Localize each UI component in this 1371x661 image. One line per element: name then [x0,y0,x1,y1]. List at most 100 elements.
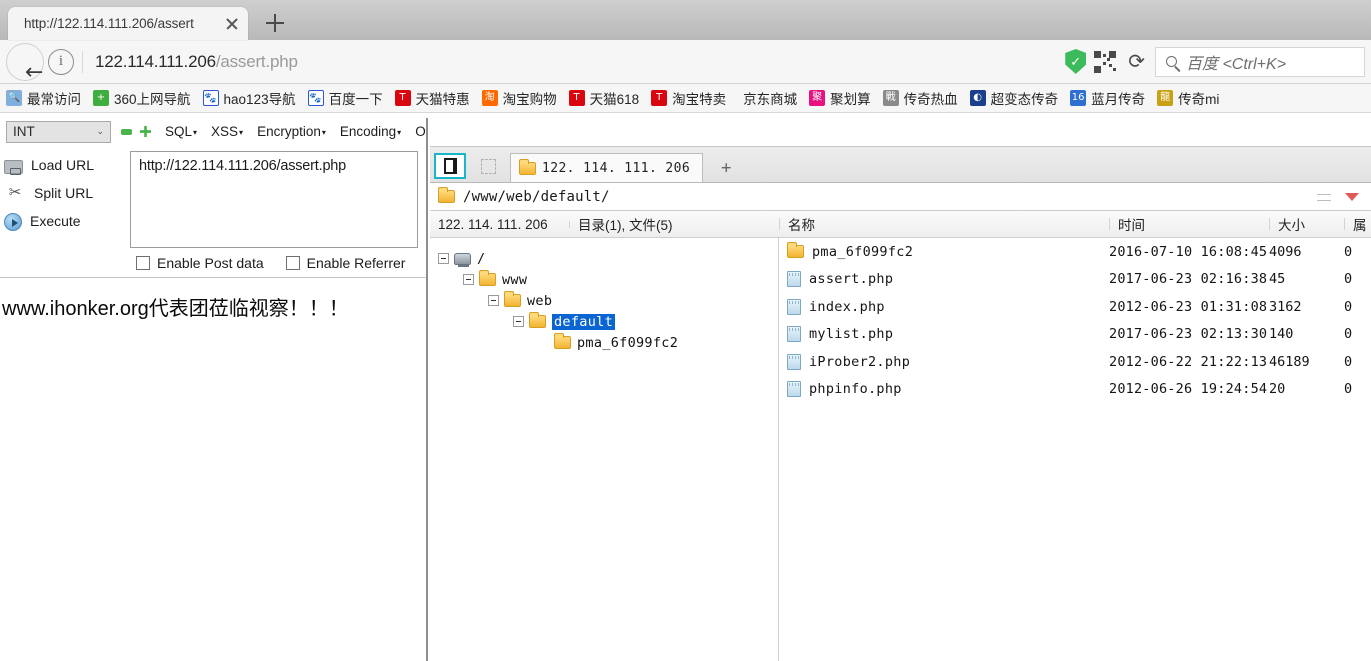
file-manager-main: / www web default pma_6f099fc2 pma_6f099fc2 2… [430,238,1371,661]
panel-toggle-button[interactable] [434,153,466,179]
reload-icon[interactable]: ⟳ [1128,49,1145,74]
bookmark-item[interactable]: ◐ 超变态传奇 [969,88,1058,108]
dragon-favicon: 龍 [1157,90,1174,106]
enable-referrer-checkbox[interactable]: Enable Referrer [285,255,405,271]
bookmark-item[interactable]: 🔍 最常访问 [6,88,81,108]
file-attr: 0 [1344,326,1353,343]
folder-icon [479,270,496,286]
menu-xss[interactable]: XSS▾ [211,124,243,139]
file-name: iProber2.php [809,353,911,370]
type-select[interactable]: INT ⌄ [6,120,111,143]
folder-icon [438,187,455,203]
folder-icon [529,312,546,328]
collapse-icon[interactable] [438,253,449,264]
column-header[interactable]: 名称 [780,214,1110,234]
menu-encoding[interactable]: Encoding▾ [340,124,401,139]
execute-button[interactable]: Execute [4,207,130,235]
column-header[interactable]: 目录(1), 文件(5) [570,214,780,234]
file-name-cell: iProber2.php [779,353,1109,370]
expand-icon[interactable] [140,126,151,137]
bookmark-item[interactable]: 聚聚划算 [809,88,871,108]
file-row[interactable]: pma_6f099fc2 2016-07-10 16:08:45 4096 0 [779,238,1371,266]
info-icon[interactable]: i [48,48,74,75]
column-header[interactable]: 时间 [1110,214,1270,234]
bookmark-item[interactable]: 淘淘宝购物 [481,88,557,108]
search-box[interactable]: 百度 <Ctrl+K> [1155,46,1365,77]
file-manager-new-tab-button[interactable]: + [721,158,731,182]
enable-post-data-label: Enable Post data [157,254,264,271]
tab-title: http://122.114.111.206/assert [24,16,194,31]
baidu-paw-favicon: 🐾 [202,90,219,106]
shield-icon[interactable] [1065,49,1087,74]
bookmark-item[interactable]: T 淘宝特卖 [651,88,726,108]
bookmark-item[interactable]: 戰传奇热血 [882,88,958,108]
baidu-paw-favicon: 🐾 [307,90,324,106]
menu-sql[interactable]: SQL▾ [165,124,197,139]
collapse-icon[interactable] [121,128,132,135]
bookmark-item[interactable]: T 天猫特惠 [394,88,470,108]
split-url-button[interactable]: ✂ Split URL [4,179,130,207]
split-url-label: Split URL [34,185,94,201]
file-row[interactable]: mylist.php 2017-06-23 02:13:30 140 0 [779,321,1371,349]
navigation-toolbar: ← i 122.114.111.206/assert.php ⟳ 百度 <Ctr… [0,40,1371,84]
tmall-favicon: T [568,90,585,106]
file-row[interactable]: index.php 2012-06-23 01:31:08 3162 0 [779,293,1371,321]
checkbox-box[interactable] [136,255,150,270]
browser-tab-active[interactable]: http://122.114.111.206/assert [8,7,248,40]
file-attr: 0 [1344,298,1353,315]
file-row[interactable]: iProber2.php 2012-06-22 21:22:13 46189 0 [779,348,1371,376]
bookmark-item[interactable]: 京东商城 [738,88,797,108]
bookmark-label: 京东商城 [743,92,798,107]
file-manager-tab[interactable]: 122. 114. 111. 206 [510,153,704,182]
qrcode-icon[interactable] [1094,50,1117,73]
tree-node[interactable]: / [438,248,778,269]
path-bar[interactable]: /www/web/default/ [430,183,1371,211]
hackbar-panel: INT ⌄ SQL▾ XSS▾ Encryption▾ Encoding▾ Ot… [0,118,428,661]
enable-post-data-checkbox[interactable]: Enable Post data [136,255,264,271]
bookmark-label: 传奇mi [1178,92,1220,107]
file-icon [787,353,801,370]
bookmark-item[interactable]: +360上网导航 [93,88,191,108]
resize-icon[interactable] [1317,190,1331,204]
back-button[interactable]: ← [6,42,44,83]
file-row[interactable]: assert.php 2017-06-23 02:16:38 45 0 [779,266,1371,294]
tree-node[interactable]: default [438,311,778,332]
collapse-icon[interactable] [488,295,499,306]
bookmark-item[interactable]: 16 蓝月传奇 [1070,88,1145,108]
column-header[interactable]: 大小 [1270,214,1345,234]
address-bar[interactable]: i 122.114.111.206/assert.php [48,47,1055,77]
chevron-down-icon: ▾ [321,127,326,137]
bookmark-item[interactable]: 🐾 百度一下 [307,88,383,108]
bookmark-label: 蓝月传奇 [1091,92,1146,107]
column-header[interactable]: 属 [1345,214,1371,234]
collapse-icon[interactable] [463,274,474,285]
checkbox-box[interactable] [285,255,300,270]
tmall-favicon: T [394,90,411,106]
bookmark-label: 天猫特惠 [415,92,470,107]
select-button[interactable] [472,153,504,179]
chevron-down-icon[interactable] [1345,192,1359,201]
tree-node[interactable]: pma_6f099fc2 [438,332,778,353]
file-icon [787,326,801,343]
play-icon [4,212,22,231]
tree-node[interactable]: www [438,269,778,290]
bookmark-item[interactable]: 龍传奇mi [1157,88,1219,108]
file-row[interactable]: phpinfo.php 2012-06-26 19:24:54 20 0 [779,376,1371,404]
close-icon[interactable] [222,14,242,34]
column-header[interactable]: 122. 114. 111. 206 [430,217,570,232]
bookmarks-bar: 🔍 最常访问 +360上网导航 🐾 hao123导航 🐾 百度一下 T 天猫特惠淘淘宝购物 T 天猫… [0,84,1371,113]
tree-node[interactable]: web [438,290,778,311]
file-name: phpinfo.php [809,381,902,398]
collapse-icon[interactable] [513,316,524,327]
bookmark-label: 百度一下 [328,92,383,107]
browser-window: http://122.114.111.206/assert ← i 122.11… [0,0,1371,661]
menu-other[interactable]: Other▾ [415,124,426,139]
bookmark-item[interactable]: T 天猫618 [568,88,639,108]
new-tab-button[interactable] [258,8,292,38]
load-url-button[interactable]: Load URL [4,151,130,179]
file-size: 140 [1269,326,1294,343]
url-input[interactable]: http://122.114.111.206/assert.php [130,151,418,248]
menu-encryption[interactable]: Encryption▾ [257,124,326,139]
bookmark-item[interactable]: 🐾 hao123导航 [202,88,296,108]
file-name-cell: phpinfo.php [779,381,1109,398]
